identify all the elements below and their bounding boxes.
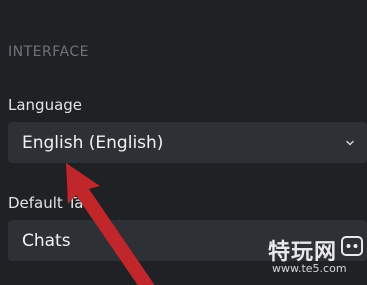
default-tab-selected-value: Chats xyxy=(22,230,71,251)
default-tab-label: Default Tab xyxy=(8,194,93,212)
watermark-url: www.te5.com xyxy=(272,262,347,275)
settings-panel: INTERFACE Language English (English) Def… xyxy=(0,0,367,285)
language-select[interactable]: English (English) xyxy=(8,122,367,163)
watermark-logo-icon xyxy=(341,236,363,256)
language-label: Language xyxy=(8,96,83,114)
language-selected-value: English (English) xyxy=(22,132,164,153)
chevron-down-icon xyxy=(346,140,354,145)
watermark: 特玩网 www.te5.com xyxy=(268,232,363,280)
section-header-interface: INTERFACE xyxy=(8,44,89,60)
